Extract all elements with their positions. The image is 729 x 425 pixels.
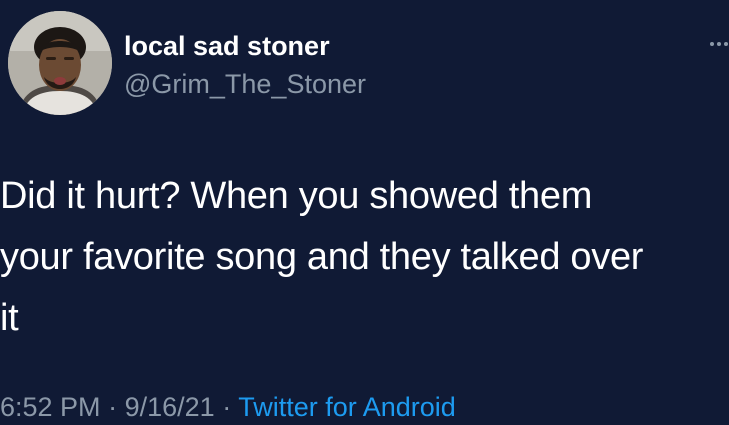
more-options-button[interactable] <box>707 34 729 50</box>
avatar-image <box>8 11 112 115</box>
more-horizontal-icon <box>710 42 728 46</box>
separator-dot: · <box>222 392 232 422</box>
tweet-card: local sad stoner @Grim_The_Stoner Did it… <box>0 0 729 425</box>
user-handle[interactable]: @Grim_The_Stoner <box>124 68 366 100</box>
tweet-text: Did it hurt? When you showed them your f… <box>0 175 644 339</box>
tweet-time[interactable]: 6:52 PM <box>0 392 101 422</box>
display-name[interactable]: local sad stoner <box>124 30 330 62</box>
tweet-date[interactable]: 9/16/21 <box>125 392 215 422</box>
separator-dot: · <box>108 392 118 422</box>
avatar[interactable] <box>8 11 112 115</box>
tweet-source-link[interactable]: Twitter for Android <box>238 392 456 422</box>
tweet-metadata: 6:52 PM · 9/16/21 · Twitter for Android <box>0 390 456 424</box>
